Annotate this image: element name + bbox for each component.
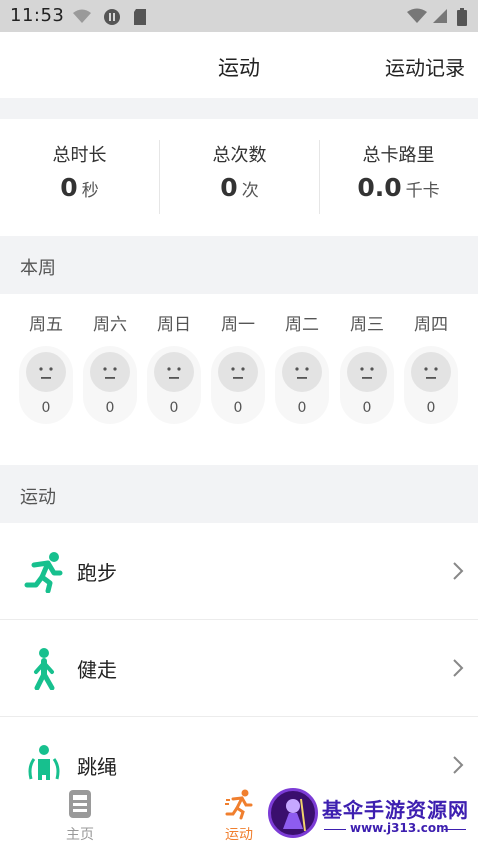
watermark-url: www.j313.com: [350, 821, 449, 835]
stat-label: 总卡路里: [362, 145, 435, 166]
neutral-face-icon: [26, 352, 66, 392]
neutral-face-icon: [154, 352, 194, 392]
section-header-sports: 运动: [0, 465, 478, 523]
wifi-question-icon: [73, 9, 91, 23]
day-column[interactable]: 周日 0: [147, 310, 201, 424]
divider: [324, 829, 346, 830]
stat-value: 0.0: [357, 173, 402, 202]
chevron-right-icon: [453, 562, 464, 580]
list-item-label: 跑步: [77, 561, 117, 585]
day-column[interactable]: 周四 0: [404, 310, 458, 424]
day-column[interactable]: 周六 0: [83, 310, 137, 424]
stat-value: 0: [220, 173, 238, 202]
week-calendar: 周五 0 周六 0 周日 0 周一 0 周二 0 周三 0 周四 0: [0, 294, 478, 464]
watermark-logo-icon: [268, 788, 318, 838]
stat-total-duration: 总时长 0秒: [0, 141, 159, 202]
neutral-face-icon: [218, 352, 258, 392]
day-label: 周六: [93, 315, 127, 335]
nav-bar: 运动 运动记录: [0, 32, 478, 98]
app-notification-icon: [104, 9, 120, 25]
stat-unit: 千卡: [405, 181, 440, 201]
list-item-walking[interactable]: 健走: [0, 620, 478, 717]
watermark-title: 基伞手游资源网: [322, 798, 469, 822]
day-column[interactable]: 周三 0: [340, 310, 394, 424]
day-count: 0: [41, 400, 51, 416]
section-header-week: 本周: [0, 236, 478, 294]
wifi-icon: [407, 8, 427, 23]
status-time: 11:53: [10, 5, 65, 26]
divider: [444, 829, 466, 830]
stat-value: 0: [60, 173, 78, 202]
day-column[interactable]: 周一 0: [211, 310, 265, 424]
day-count: 0: [233, 400, 243, 416]
stat-total-count: 总次数 0次: [160, 141, 319, 202]
stat-label: 总时长: [52, 145, 107, 166]
day-label: 周二: [285, 315, 319, 335]
signal-icon: [433, 9, 447, 23]
home-icon: [69, 790, 91, 818]
sport-icon: [225, 789, 253, 820]
status-bar: 11:53: [0, 0, 478, 32]
stat-total-calories: 总卡路里 0.0 千卡: [319, 141, 478, 202]
stat-unit: 秒: [81, 181, 99, 201]
day-label: 周日: [157, 315, 191, 335]
sd-card-icon: [134, 9, 146, 25]
day-count: 0: [362, 400, 372, 416]
neutral-face-icon: [347, 352, 387, 392]
neutral-face-icon: [282, 352, 322, 392]
day-column[interactable]: 周二 0: [275, 310, 329, 424]
watermark: 基伞手游资源网 www.j313.com: [266, 786, 478, 846]
day-label: 周三: [350, 315, 384, 335]
walking-icon: [34, 648, 55, 690]
day-label: 周四: [414, 315, 448, 335]
running-icon: [24, 552, 63, 593]
battery-icon: [457, 8, 467, 26]
chevron-right-icon: [453, 659, 464, 677]
day-count: 0: [426, 400, 436, 416]
neutral-face-icon: [90, 352, 130, 392]
section-title: 运动: [20, 487, 56, 508]
day-count: 0: [105, 400, 115, 416]
tab-home[interactable]: 主页: [40, 788, 120, 844]
day-count: 0: [169, 400, 179, 416]
neutral-face-icon: [411, 352, 451, 392]
list-item-label: 健走: [77, 658, 117, 682]
stats-panel: 总时长 0秒 总次数 0次 总卡路里 0.0 千卡: [0, 119, 478, 235]
stat-unit: 次: [241, 181, 259, 201]
divider: [159, 140, 160, 214]
chevron-right-icon: [453, 756, 464, 774]
stat-label: 总次数: [212, 145, 267, 166]
tab-label: 主页: [66, 827, 94, 843]
spacer: [0, 98, 478, 119]
day-column[interactable]: 周五 0: [19, 310, 73, 424]
list-item-label: 跳绳: [77, 755, 117, 779]
list-item-running[interactable]: 跑步: [0, 523, 478, 620]
section-title: 本周: [20, 258, 56, 279]
day-label: 周一: [221, 315, 255, 335]
divider: [319, 140, 320, 214]
sport-records-link[interactable]: 运动记录: [385, 52, 465, 81]
day-label: 周五: [29, 315, 63, 335]
day-count: 0: [297, 400, 307, 416]
